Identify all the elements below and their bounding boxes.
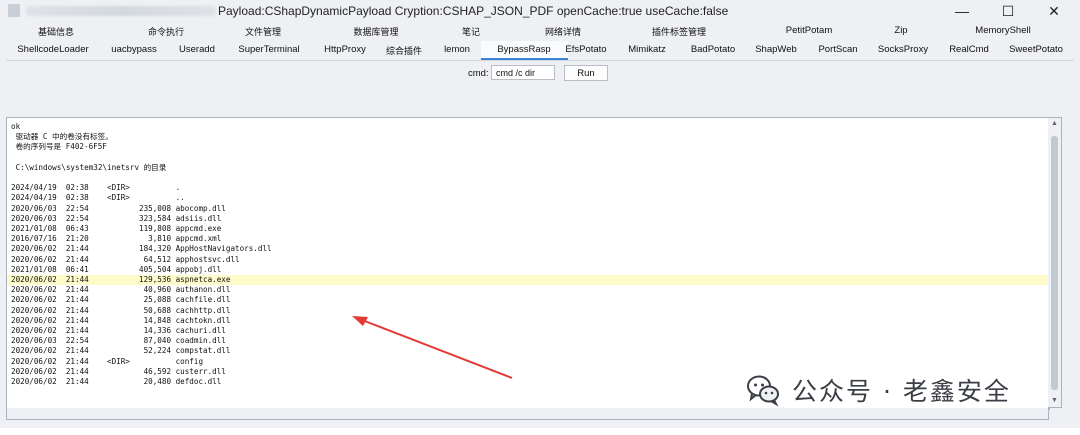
arrow-head <box>352 316 368 326</box>
wechat-icon <box>746 373 780 407</box>
watermark-text: 公众号 · 老鑫安全 <box>792 377 1011 406</box>
annotation-arrow <box>352 316 513 379</box>
status-strip <box>0 428 1080 435</box>
arrow-shaft <box>361 319 513 379</box>
watermark: 公众号 · 老鑫安全 <box>746 372 1011 408</box>
app-window: Payload:CShapDynamicPayload Cryption:CSH… <box>0 0 1080 435</box>
